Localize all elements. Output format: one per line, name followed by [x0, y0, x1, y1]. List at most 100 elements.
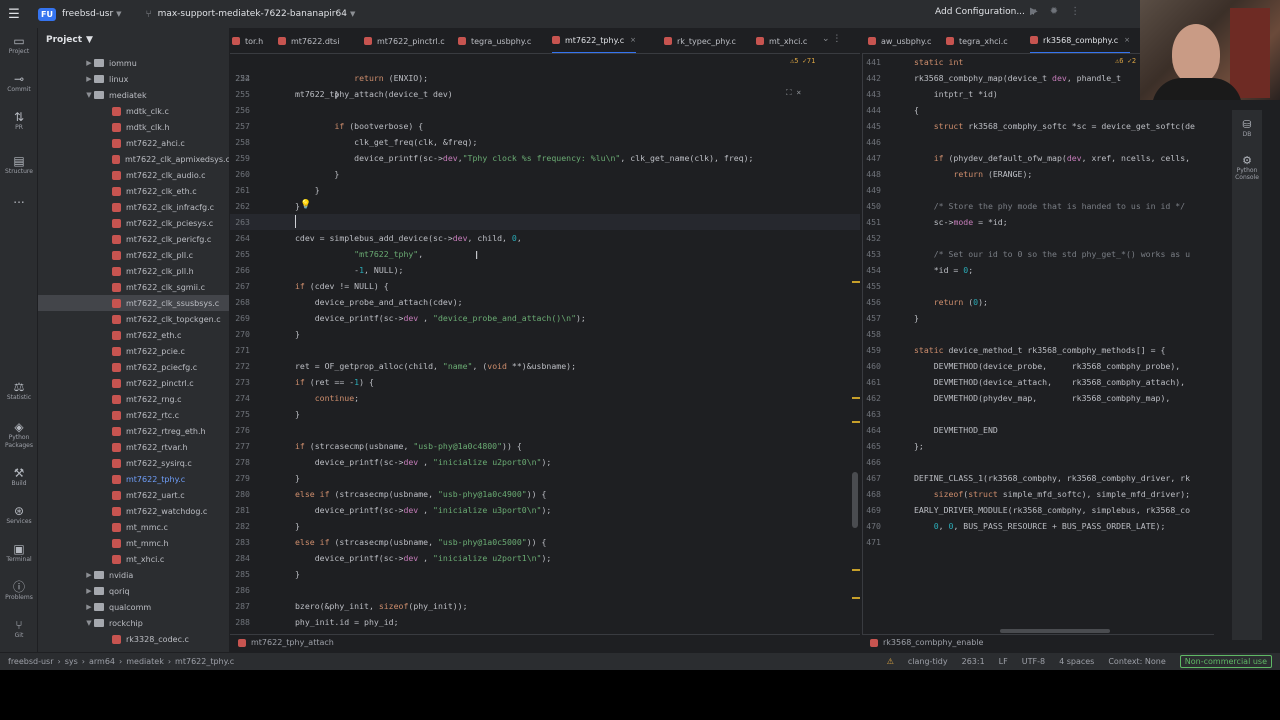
code-line[interactable]: 265 "mt7622_tphy", [230, 246, 860, 262]
context-widget[interactable]: Context: None [1108, 657, 1165, 666]
code-line[interactable]: 459 static device_method_t rk3568_combphy… [863, 342, 1214, 358]
tree-folder[interactable]: ▶ iommu [38, 55, 229, 71]
code-line[interactable]: 445 struct rk3568_combphy_softc *sc = de… [863, 118, 1214, 134]
debug-icon[interactable]: ✹ [1050, 6, 1058, 17]
code-line[interactable]: 267 if (cdev != NULL) { [230, 278, 860, 294]
editor-tab[interactable]: mt7622_tphy.c × [552, 28, 636, 53]
line-number[interactable]: 470 [863, 518, 881, 534]
indent-setting[interactable]: 4 spaces [1059, 657, 1094, 666]
code-line[interactable]: 283 else if (strcasecmp(usbname, "usb-phy… [230, 534, 860, 550]
code-line[interactable]: 257 if (bootverbose) { [230, 118, 860, 134]
tree-file[interactable]: mt_mmc.h [38, 535, 229, 551]
line-number[interactable]: 257 [230, 118, 250, 134]
line-number[interactable]: 469 [863, 502, 881, 518]
chevron-right-icon[interactable]: ▶ [84, 59, 94, 67]
more-tools-button[interactable]: ... [0, 192, 38, 206]
project-badge[interactable]: FU [38, 7, 56, 21]
code-line[interactable]: 259 device_printf(sc->dev,"Tphy clock %s… [230, 150, 860, 166]
tree-file[interactable]: mt7622_tphy.c [38, 471, 229, 487]
line-number[interactable]: 443 [863, 86, 881, 102]
line-number[interactable]: 263 [230, 214, 250, 230]
code-line[interactable]: 261 } [230, 182, 860, 198]
tree-file[interactable]: mt7622_clk_pericfg.c [38, 231, 229, 247]
code-line[interactable]: 461 DEVMETHOD(device_attach, rk3568_comb… [863, 374, 1214, 390]
warning-icon[interactable]: ⚠ [887, 657, 894, 666]
close-icon[interactable]: × [630, 36, 636, 44]
line-number[interactable]: 442 [863, 70, 881, 86]
editor-tab[interactable]: mt7622.dtsi [278, 28, 339, 53]
tree-folder[interactable]: ▶ nvidia [38, 567, 229, 583]
code-editor-left[interactable]: 222 mt7622_tphy_attach(device_t dev) ⚠5 … [230, 54, 860, 634]
code-line[interactable]: 256 [230, 102, 860, 118]
pr-tool-button[interactable]: ⇅ PR [0, 110, 38, 132]
tree-file[interactable]: mt7622_pinctrl.c [38, 375, 229, 391]
line-number[interactable]: 464 [863, 422, 881, 438]
code-line[interactable]: 258 clk_get_freq(clk, &freq); [230, 134, 860, 150]
main-menu-icon[interactable]: ☰ [0, 0, 28, 28]
line-number[interactable]: 261 [230, 182, 250, 198]
editor-tab[interactable]: tor.h [232, 28, 263, 53]
line-number[interactable]: 457 [863, 310, 881, 326]
line-number[interactable]: 266 [230, 262, 250, 278]
line-number[interactable]: 283 [230, 534, 250, 550]
editor-tab[interactable]: aw_usbphy.c [868, 28, 931, 53]
project-tool-button[interactable]: ▭ Project [0, 34, 38, 56]
code-line[interactable]: 278 device_printf(sc->dev , "inicialize … [230, 454, 860, 470]
code-line[interactable]: 458 [863, 326, 1214, 342]
line-number[interactable]: 270 [230, 326, 250, 342]
run-icon[interactable]: ▶ [1030, 6, 1038, 17]
tree-file[interactable]: mt7622_clk_topckgen.c [38, 311, 229, 327]
line-number[interactable]: 269 [230, 310, 250, 326]
line-number[interactable]: 273 [230, 374, 250, 390]
code-line[interactable]: 262} [230, 198, 860, 214]
line-number[interactable]: 274 [230, 390, 250, 406]
caret-position[interactable]: 263:1 [962, 657, 985, 666]
line-number[interactable]: 272 [230, 358, 250, 374]
terminal-tool-button[interactable]: ▣ Terminal [0, 542, 38, 564]
code-line[interactable]: 275} [230, 406, 860, 422]
code-line[interactable]: 288 phy_init.id = phy_id; [230, 614, 860, 630]
line-number[interactable]: 264 [230, 230, 250, 246]
tree-file[interactable]: mt7622_clk_pll.c [38, 247, 229, 263]
code-line[interactable]: 450 /* Store the phy mode that is handed… [863, 198, 1214, 214]
code-line[interactable]: 449 [863, 182, 1214, 198]
line-number[interactable]: 279 [230, 470, 250, 486]
line-number[interactable]: 455 [863, 278, 881, 294]
tree-file[interactable]: mt7622_watchdog.c [38, 503, 229, 519]
line-number[interactable]: 449 [863, 182, 881, 198]
line-number[interactable]: 450 [863, 198, 881, 214]
code-line[interactable]: 269 device_printf(sc->dev , "device_prob… [230, 310, 860, 326]
tree-folder[interactable]: ▶ linux [38, 71, 229, 87]
chevron-down-icon[interactable]: ▼ [84, 91, 94, 99]
tree-file[interactable]: mt7622_clk_eth.c [38, 183, 229, 199]
breadcrumb-item[interactable]: freebsd-usr [8, 657, 54, 666]
line-number[interactable]: 453 [863, 246, 881, 262]
line-number[interactable]: 262 [230, 198, 250, 214]
editor-breadcrumb-left[interactable]: mt7622_tphy_attach [230, 634, 860, 650]
project-panel-header[interactable]: Project ▼ [38, 28, 229, 52]
project-switcher[interactable]: freebsd-usr [62, 9, 113, 19]
linter-widget[interactable]: clang-tidy [908, 657, 948, 666]
code-line[interactable]: 468 sizeof(struct simple_mfd_softc), sim… [863, 486, 1214, 502]
git-tool-button[interactable]: ⑂ Git [0, 618, 38, 640]
line-number[interactable]: 284 [230, 550, 250, 566]
tree-file[interactable]: mt7622_rtc.c [38, 407, 229, 423]
line-number[interactable]: 286 [230, 582, 250, 598]
tree-file[interactable]: rk3328_codec.c [38, 631, 229, 647]
lightbulb-icon[interactable]: 💡 [300, 200, 311, 210]
inspection-widget[interactable]: ⚠5 ✓71 [790, 57, 815, 65]
tree-file[interactable]: mt7622_rtreg_eth.h [38, 423, 229, 439]
line-number[interactable]: 271 [230, 342, 250, 358]
line-number[interactable]: 445 [863, 118, 881, 134]
database-tool-button[interactable]: ⛁ DB [1232, 118, 1262, 138]
tree-file[interactable]: mdtk_clk.c [38, 103, 229, 119]
chevron-right-icon[interactable]: ▶ [84, 603, 94, 611]
line-number[interactable]: 452 [863, 230, 881, 246]
code-line[interactable]: 280 else if (strcasecmp(usbname, "usb-phy… [230, 486, 860, 502]
line-separator[interactable]: LF [999, 657, 1008, 666]
tree-file[interactable]: mt7622_rtvar.h [38, 439, 229, 455]
editor-tab[interactable]: mt7622_pinctrl.c [364, 28, 445, 53]
tree-file[interactable]: mt_xhci.c [38, 551, 229, 567]
branch-switcher[interactable]: max-support-mediatek-7622-bananapir64 [158, 9, 347, 19]
line-number[interactable]: 463 [863, 406, 881, 422]
